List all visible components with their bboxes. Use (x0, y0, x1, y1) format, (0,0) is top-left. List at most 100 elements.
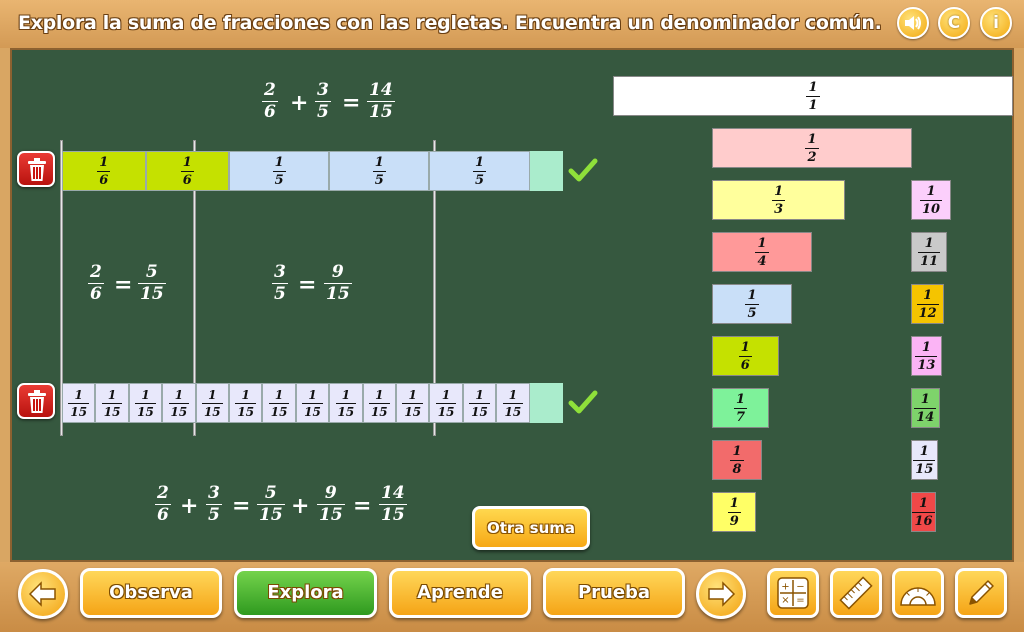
fraction-piece[interactable]: 1 15 (496, 383, 530, 423)
back-button[interactable] (18, 569, 68, 619)
fraction-piece[interactable]: 1 15 (62, 383, 96, 423)
svg-text:=: = (796, 595, 804, 606)
fraction-result: 14 15 (367, 80, 395, 122)
equals-sign: = (298, 272, 317, 298)
palette-piece-1-1[interactable]: 11 (613, 76, 1013, 116)
arrow-right-icon (708, 581, 736, 607)
palette-piece-1-4[interactable]: 14 (712, 232, 812, 272)
credits-label: C (947, 13, 961, 33)
fraction-label: 16 (180, 154, 194, 188)
sound-button[interactable] (897, 7, 929, 39)
fraction-piece[interactable]: 1 15 (329, 383, 363, 423)
trash-icon (28, 158, 46, 181)
explora-button[interactable]: Explora (234, 568, 377, 618)
fraction-eq-left-b: 5 15 (138, 262, 166, 304)
fraction-piece[interactable]: 1 15 (362, 383, 396, 423)
activity-title: Explora la suma de fracciones con las re… (18, 12, 882, 34)
ruler-button[interactable] (830, 568, 882, 618)
credits-button[interactable]: C (938, 7, 970, 39)
fraction-label: 1 12 (916, 287, 939, 321)
fraction-label: 16 (97, 154, 111, 188)
fraction-piece[interactable]: 1 15 (229, 383, 263, 423)
fraction-piece[interactable]: 1 15 (95, 383, 129, 423)
fraction-eq-right-b: 9 15 (324, 262, 352, 304)
fraction-label: 1 15 (302, 387, 323, 419)
plus-sign: + (290, 90, 309, 116)
palette-piece-1-6[interactable]: 16 (712, 336, 779, 376)
svg-text:+: + (781, 582, 789, 593)
palette-piece-1-14[interactable]: 1 14 (911, 388, 940, 428)
fraction-label: 1 15 (368, 387, 390, 419)
svg-text:−: − (796, 582, 804, 593)
fraction-label: 1 13 (915, 339, 938, 373)
fraction-a: 26 (262, 80, 278, 122)
fraction-label: 1 15 (435, 387, 457, 419)
fraction-bar-row1[interactable]: 16 16 15 15 15 (62, 151, 563, 191)
prueba-button[interactable]: Prueba (543, 568, 685, 618)
palette-piece-1-2[interactable]: 12 (712, 128, 912, 168)
trash-icon (28, 390, 46, 413)
fraction-label: 1 15 (469, 387, 490, 419)
fraction-piece[interactable]: 16 (62, 151, 146, 191)
fraction-label: 12 (805, 131, 819, 165)
calculator-icon: + − × = (777, 577, 809, 609)
fraction-label: 1 15 (335, 387, 357, 419)
palette-piece-1-5[interactable]: 15 (712, 284, 792, 324)
fraction-piece[interactable]: 1 15 (128, 383, 163, 423)
palette-piece-1-7[interactable]: 17 (712, 388, 770, 428)
fraction-piece[interactable]: 1 15 (462, 383, 497, 423)
next-button[interactable] (696, 569, 746, 619)
fraction-label: 1 15 (235, 387, 257, 419)
equals-sign: = (232, 493, 251, 519)
fraction-label: 1 15 (168, 387, 190, 419)
footer-bar: Observa Explora Aprende Prueba + − × = (0, 562, 1024, 632)
fraction-b: 35 (315, 80, 331, 122)
palette-piece-1-12[interactable]: 1 12 (911, 284, 945, 324)
trash-button-row2[interactable] (17, 383, 55, 419)
equals-sign: = (342, 90, 361, 116)
fraction-label: 1 15 (101, 387, 123, 419)
plus-sign: + (180, 493, 199, 519)
equals-sign: = (353, 493, 372, 519)
fraction-label: 17 (734, 391, 748, 425)
info-button[interactable]: i (980, 7, 1012, 39)
fraction-piece[interactable]: 1 15 (262, 383, 296, 423)
fraction-bar-row2[interactable]: 1 15 1 15 1 15 1 15 1 15 1 15 1 15 1 15 1 15 1 15 1 15 1 15 1 15 1… (62, 383, 563, 423)
fraction-piece[interactable]: 1 15 (295, 383, 330, 423)
palette-piece-1-10[interactable]: 1 10 (911, 180, 951, 220)
fraction-label: 15 (745, 287, 759, 321)
fraction-label: 1 11 (918, 235, 941, 269)
fraction-piece[interactable]: 15 (429, 151, 530, 191)
svg-text:×: × (781, 595, 789, 606)
palette-piece-1-16[interactable]: 1 16 (911, 492, 936, 532)
fraction-label: 14 (755, 235, 769, 269)
protractor-icon (900, 587, 936, 606)
protractor-button[interactable] (892, 568, 944, 618)
fraction-piece[interactable]: 1 15 (195, 383, 229, 423)
palette-piece-1-3[interactable]: 13 (712, 180, 846, 220)
fraction-piece[interactable]: 16 (145, 151, 229, 191)
observa-button[interactable]: Observa (80, 568, 222, 618)
fraction-piece[interactable]: 15 (329, 151, 430, 191)
palette-piece-1-15[interactable]: 1 15 (911, 440, 938, 480)
aprende-button[interactable]: Aprende (389, 568, 531, 618)
palette-piece-1-9[interactable]: 19 (712, 492, 757, 532)
fraction-label: 1 15 (68, 387, 90, 419)
trash-button-row1[interactable] (17, 151, 55, 187)
palette-piece-1-13[interactable]: 1 13 (911, 336, 942, 376)
otra-suma-button[interactable]: Otra suma (472, 506, 590, 550)
fraction-piece[interactable]: 1 15 (429, 383, 463, 423)
fraction-label: 1 14 (914, 391, 937, 425)
palette-piece-1-11[interactable]: 1 11 (911, 232, 948, 272)
fraction-label: 15 (472, 154, 486, 188)
fraction-piece[interactable]: 1 15 (162, 383, 196, 423)
fraction-piece[interactable]: 1 15 (396, 383, 430, 423)
remainder-area (529, 383, 563, 423)
pencil-button[interactable] (955, 568, 1007, 618)
palette-piece-1-8[interactable]: 18 (712, 440, 762, 480)
header-bar: Explora la suma de fracciones con las re… (0, 0, 1024, 48)
calculator-button[interactable]: + − × = (767, 568, 819, 618)
check-icon (568, 158, 598, 182)
fraction-piece[interactable]: 15 (229, 151, 330, 191)
fraction-label: 18 (730, 443, 744, 477)
